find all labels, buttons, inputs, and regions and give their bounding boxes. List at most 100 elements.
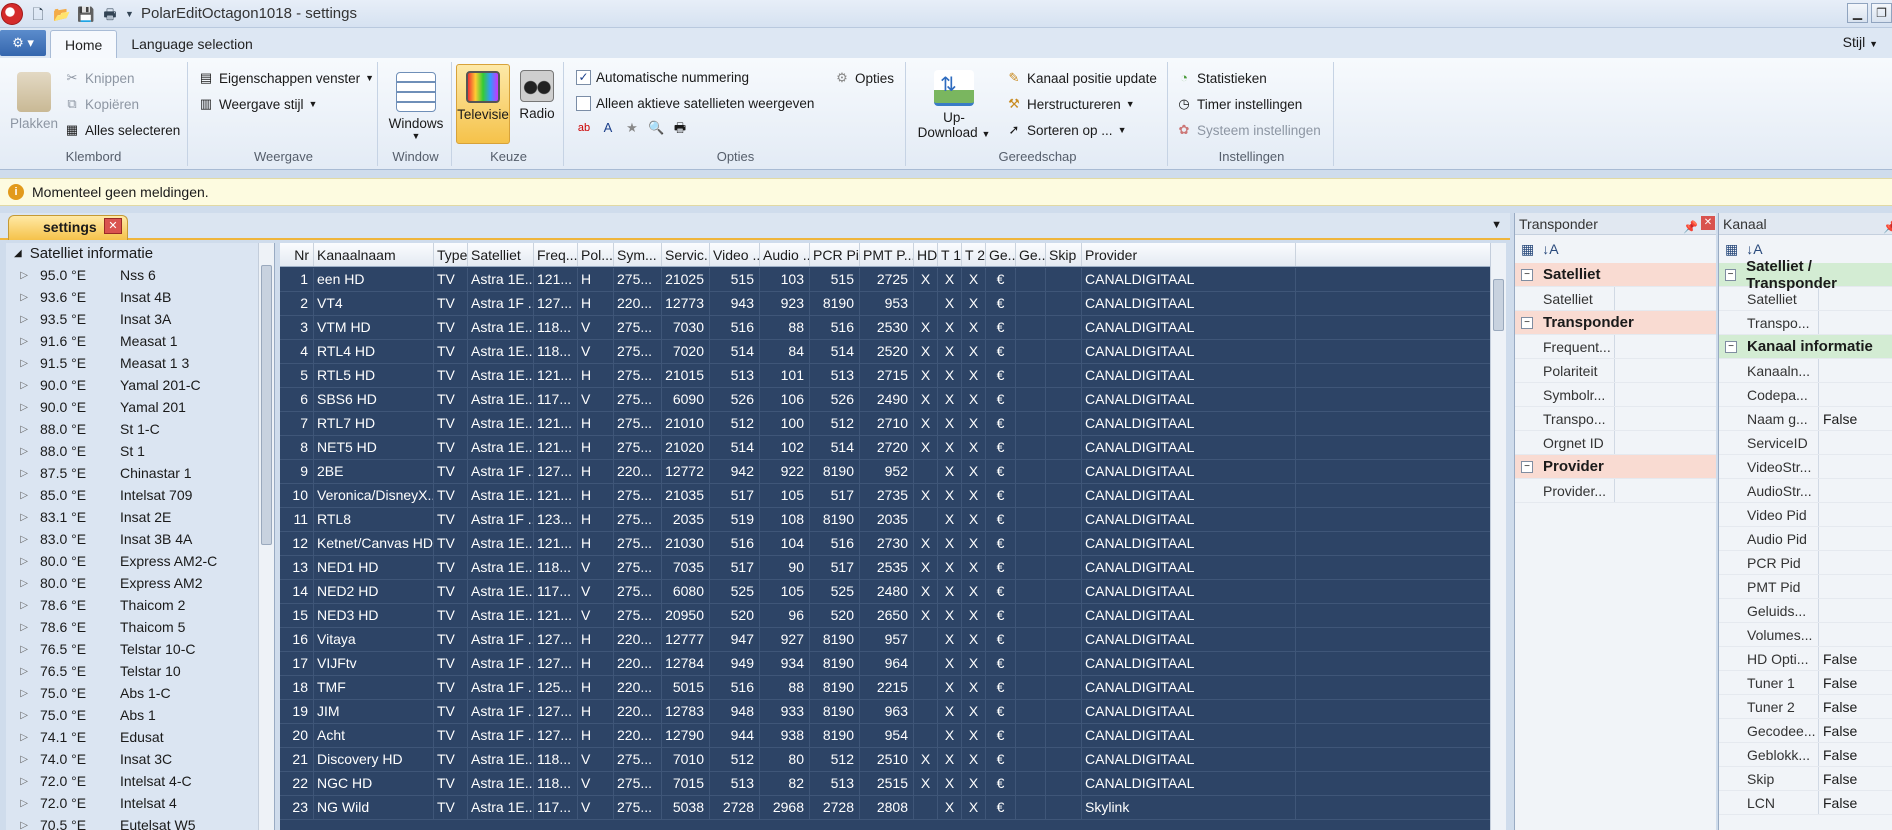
table-cell[interactable]: NED1 HD — [314, 556, 434, 579]
table-cell[interactable] — [1016, 556, 1046, 579]
table-cell[interactable] — [914, 796, 938, 819]
table-cell[interactable]: € — [986, 460, 1016, 483]
table-cell[interactable]: NGC HD — [314, 772, 434, 795]
table-cell[interactable]: CANALDIGITAAL — [1082, 364, 1296, 387]
table-cell[interactable]: 127... — [534, 724, 578, 747]
table-cell[interactable] — [1016, 508, 1046, 531]
table-cell[interactable]: 220... — [614, 652, 662, 675]
property-category[interactable]: − Kanaal informatie — [1719, 335, 1892, 359]
table-cell[interactable]: 2520 — [860, 340, 914, 363]
table-cell[interactable]: 516 — [710, 316, 760, 339]
table-cell[interactable]: 5038 — [662, 796, 710, 819]
table-cell[interactable] — [1016, 316, 1046, 339]
expand-icon[interactable]: ▷ — [6, 578, 40, 589]
categorized-icon[interactable]: ▦ — [1521, 241, 1534, 258]
tree-header[interactable]: ◢ Satelliet informatie — [6, 243, 274, 264]
table-cell[interactable] — [1016, 604, 1046, 627]
table-cell[interactable] — [1046, 580, 1082, 603]
table-cell[interactable]: X — [914, 772, 938, 795]
table-cell[interactable]: 1 — [280, 268, 314, 291]
table-cell[interactable]: TV — [434, 460, 468, 483]
table-cell[interactable] — [1016, 628, 1046, 651]
table-cell[interactable]: V — [578, 604, 614, 627]
table-cell[interactable]: TV — [434, 364, 468, 387]
table-cell[interactable]: Astra 1E... — [468, 436, 534, 459]
table-cell[interactable]: 2735 — [860, 484, 914, 507]
table-cell[interactable]: CANALDIGITAAL — [1082, 508, 1296, 531]
table-cell[interactable]: 922 — [760, 460, 810, 483]
timer-instellingen-button[interactable]: ◷ Timer instellingen — [1176, 96, 1302, 112]
expand-icon[interactable]: ▷ — [6, 534, 40, 545]
table-cell[interactable]: Astra 1E... — [468, 412, 534, 435]
table-cell[interactable]: 933 — [760, 700, 810, 723]
property-value[interactable] — [1615, 287, 1716, 310]
table-cell[interactable]: 2710 — [860, 412, 914, 435]
column-header[interactable]: Ge... — [1016, 243, 1046, 266]
tree-item[interactable]: ▷ 72.0 °E Intelsat 4-C — [6, 770, 274, 792]
table-cell[interactable]: 117... — [534, 388, 578, 411]
table-cell[interactable]: CANALDIGITAAL — [1082, 484, 1296, 507]
table-row[interactable]: 14 NED2 HD TV Astra 1E... 117... V 275... 6080 5… — [280, 580, 1492, 604]
table-cell[interactable] — [1016, 412, 1046, 435]
table-cell[interactable]: X — [914, 532, 938, 555]
table-cell[interactable]: Skylink — [1082, 796, 1296, 819]
table-cell[interactable]: TV — [434, 748, 468, 771]
table-cell[interactable]: CANALDIGITAAL — [1082, 292, 1296, 315]
table-cell[interactable]: 514 — [710, 436, 760, 459]
table-cell[interactable]: TV — [434, 484, 468, 507]
table-cell[interactable]: 22 — [280, 772, 314, 795]
expand-icon[interactable]: ▷ — [6, 358, 40, 369]
table-cell[interactable]: X — [938, 412, 962, 435]
table-cell[interactable]: RTL7 HD — [314, 412, 434, 435]
table-cell[interactable]: 2808 — [860, 796, 914, 819]
table-cell[interactable]: 117... — [534, 580, 578, 603]
table-cell[interactable]: TV — [434, 268, 468, 291]
table-cell[interactable]: TV — [434, 724, 468, 747]
table-cell[interactable]: V — [578, 748, 614, 771]
table-cell[interactable]: 7015 — [662, 772, 710, 795]
table-cell[interactable]: 2730 — [860, 532, 914, 555]
table-cell[interactable]: Astra 1E... — [468, 796, 534, 819]
property-row[interactable]: Symbolr... — [1515, 383, 1716, 407]
table-cell[interactable]: V — [578, 340, 614, 363]
column-header[interactable]: T 2 — [962, 243, 986, 266]
table-cell[interactable]: 220... — [614, 292, 662, 315]
table-cell[interactable]: 7030 — [662, 316, 710, 339]
table-cell[interactable]: 954 — [860, 724, 914, 747]
table-cell[interactable]: JIM — [314, 700, 434, 723]
expand-icon[interactable]: ▷ — [6, 600, 40, 611]
table-cell[interactable]: CANALDIGITAAL — [1082, 268, 1296, 291]
table-cell[interactable]: X — [914, 580, 938, 603]
table-cell[interactable]: TV — [434, 556, 468, 579]
tree-item[interactable]: ▷ 78.6 °E Thaicom 2 — [6, 594, 274, 616]
table-cell[interactable]: 13 — [280, 556, 314, 579]
column-header[interactable]: Nr — [280, 243, 314, 266]
table-cell[interactable]: 10 — [280, 484, 314, 507]
table-cell[interactable]: H — [578, 292, 614, 315]
column-header[interactable]: PMT P... — [860, 243, 914, 266]
property-value[interactable] — [1819, 527, 1892, 550]
table-cell[interactable] — [1046, 604, 1082, 627]
table-cell[interactable]: H — [578, 436, 614, 459]
property-row[interactable]: AudioStr... — [1719, 479, 1892, 503]
table-cell[interactable]: V — [578, 772, 614, 795]
table-cell[interactable]: 516 — [810, 532, 860, 555]
kanaal-positie-update-button[interactable]: ✎ Kanaal positie update — [1006, 70, 1157, 86]
table-row[interactable]: 17 VIJFtv TV Astra 1F ... 127... H 220... 12784… — [280, 652, 1492, 676]
table-cell[interactable]: X — [938, 388, 962, 411]
table-cell[interactable]: 2715 — [860, 364, 914, 387]
property-value[interactable] — [1819, 455, 1892, 478]
table-cell[interactable]: 949 — [710, 652, 760, 675]
table-cell[interactable]: 3 — [280, 316, 314, 339]
expand-icon[interactable]: ▷ — [6, 754, 40, 765]
property-value[interactable] — [1819, 575, 1892, 598]
table-cell[interactable]: 121... — [534, 412, 578, 435]
property-row[interactable]: Polariteit — [1515, 359, 1716, 383]
column-header[interactable]: Satelliet — [468, 243, 534, 266]
table-cell[interactable]: € — [986, 604, 1016, 627]
table-cell[interactable]: 520 — [810, 604, 860, 627]
property-row[interactable]: Skip False — [1719, 767, 1892, 791]
table-cell[interactable]: CANALDIGITAAL — [1082, 556, 1296, 579]
save-icon[interactable]: 💾 — [77, 5, 95, 23]
table-cell[interactable]: 938 — [760, 724, 810, 747]
